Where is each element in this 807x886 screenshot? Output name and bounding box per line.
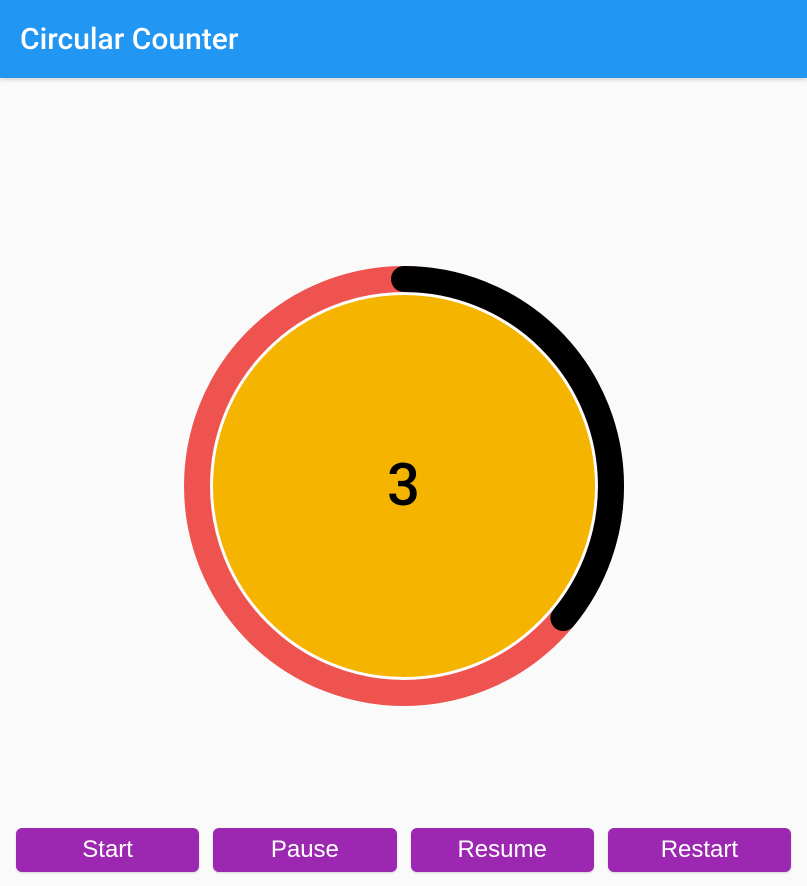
resume-button[interactable]: Resume [411, 828, 594, 872]
circular-counter: 3 [184, 266, 624, 706]
button-row: Start Pause Resume Restart [0, 828, 807, 872]
restart-button[interactable]: Restart [608, 828, 791, 872]
app-bar: Circular Counter [0, 0, 807, 78]
pause-button[interactable]: Pause [213, 828, 396, 872]
counter-value: 3 [184, 266, 624, 706]
page-title: Circular Counter [20, 22, 238, 57]
start-button[interactable]: Start [16, 828, 199, 872]
main-area: 3 Start Pause Resume Restart [0, 78, 807, 886]
